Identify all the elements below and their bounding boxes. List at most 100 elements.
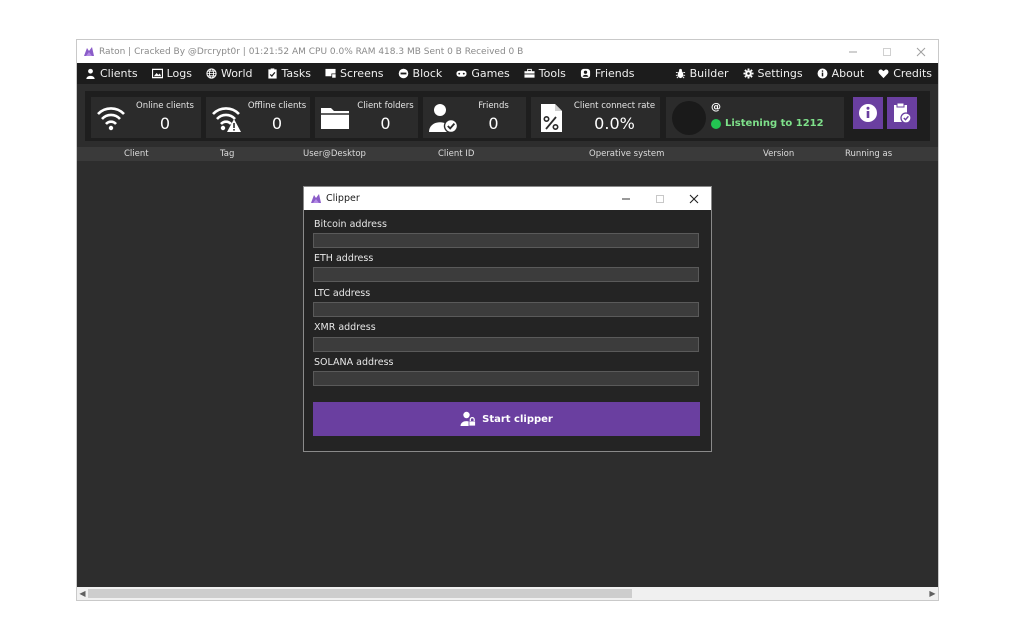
clipboard-check-icon — [894, 102, 912, 124]
bitcoin-address-input[interactable] — [313, 233, 699, 248]
image-icon — [151, 68, 163, 79]
dialog-maximize-button[interactable] — [643, 187, 677, 210]
scrollbar-thumb[interactable] — [88, 589, 632, 598]
folder-icon — [319, 102, 351, 134]
start-clipper-label: Start clipper — [482, 413, 553, 425]
xmr-address-input[interactable] — [313, 337, 699, 352]
user-icon — [86, 68, 95, 79]
clipboard-button[interactable] — [887, 97, 917, 129]
menu-clients[interactable]: Clients — [77, 63, 144, 84]
solana-address-label: SOLANA address — [314, 357, 394, 368]
clipboard-check-icon — [267, 68, 277, 79]
toolbox-icon — [524, 68, 535, 78]
listening-status: Listening to 1212 — [711, 118, 824, 129]
menu-label: Logs — [166, 67, 192, 80]
menu-label: Screens — [339, 67, 384, 80]
status-dot-icon — [711, 118, 721, 129]
xmr-address-label: XMR address — [314, 322, 376, 333]
listening-text: Listening to 1212 — [725, 118, 824, 129]
screen-icon — [325, 68, 336, 79]
gear-icon — [742, 68, 754, 79]
stat-label: Client connect rate — [573, 101, 656, 111]
column-header-running-as[interactable]: Running as — [845, 149, 892, 159]
solana-address-input[interactable] — [313, 371, 699, 386]
menu-about[interactable]: About — [809, 63, 871, 84]
minimize-button[interactable] — [836, 40, 870, 63]
scroll-left-icon[interactable]: ◀ — [77, 587, 88, 600]
stat-label: Friends — [478, 101, 509, 111]
user-check-icon — [427, 102, 459, 134]
menu-label: Tasks — [281, 67, 311, 80]
ltc-address-input[interactable] — [313, 302, 699, 317]
wifi-warning-icon — [210, 102, 242, 134]
column-header-version[interactable]: Version — [763, 149, 794, 159]
dialog-close-button[interactable] — [677, 187, 711, 210]
horizontal-scrollbar[interactable]: ◀ ▶ — [77, 587, 938, 600]
menu-label: Block — [412, 67, 443, 80]
block-icon — [398, 68, 408, 79]
stat-online-clients: Online clients 0 — [91, 97, 201, 138]
menu-block[interactable]: Block — [390, 63, 449, 84]
app-logo-icon — [83, 46, 95, 58]
eth-address-label: ETH address — [314, 253, 374, 264]
stats-bar: Online clients 0 Offline clients 0 Clien… — [85, 91, 930, 141]
stat-value: 0 — [271, 114, 283, 133]
menu-bar: Clients Logs World Tasks Screens Block G… — [77, 63, 938, 84]
start-clipper-button[interactable]: Start clipper — [313, 402, 700, 436]
stat-friends: Friends 0 — [423, 97, 526, 138]
menu-label: Settings — [757, 67, 803, 80]
stat-offline-clients: Offline clients 0 — [206, 97, 310, 138]
stat-value: 0 — [159, 114, 171, 133]
menu-logs[interactable]: Logs — [144, 63, 198, 84]
dialog-title-bar: Clipper — [304, 187, 711, 210]
column-header-client-id[interactable]: Client ID — [438, 149, 474, 159]
menu-label: Tools — [538, 67, 566, 80]
username-label: @ — [711, 102, 721, 113]
heart-icon — [878, 69, 889, 79]
menu-label: Builder — [689, 67, 729, 80]
bug-icon — [675, 68, 685, 79]
info-button[interactable] — [853, 97, 883, 129]
column-header-client[interactable]: Client — [124, 149, 149, 159]
stat-label: Online clients — [136, 101, 194, 111]
gamepad-icon — [456, 70, 467, 77]
wifi-icon — [95, 102, 127, 134]
listener-panel: @ Listening to 1212 — [666, 97, 844, 138]
stat-client-folders: Client folders 0 — [315, 97, 418, 138]
menu-label: Friends — [594, 67, 635, 80]
stat-client-connect-rate: Client connect rate 0.0% — [531, 97, 660, 138]
user-lock-icon — [460, 411, 477, 427]
stat-value: 0 — [380, 114, 391, 133]
menu-label: Games — [471, 67, 510, 80]
menu-screens[interactable]: Screens — [317, 63, 390, 84]
column-header-user-desktop[interactable]: User@Desktop — [303, 149, 366, 159]
menu-tasks[interactable]: Tasks — [259, 63, 317, 84]
stat-value: 0.0% — [594, 114, 635, 133]
menu-settings[interactable]: Settings — [735, 63, 809, 84]
menu-games[interactable]: Games — [448, 63, 515, 84]
app-logo-icon — [310, 193, 322, 205]
menu-builder[interactable]: Builder — [667, 63, 735, 84]
column-header-tag[interactable]: Tag — [220, 149, 234, 159]
info-icon — [859, 104, 877, 122]
column-header-os[interactable]: Operative system — [589, 149, 664, 159]
avatar — [672, 101, 706, 135]
close-button[interactable] — [904, 40, 938, 63]
dialog-minimize-button[interactable] — [609, 187, 643, 210]
clipper-dialog: Clipper Bitcoin address ETH address LTC … — [303, 186, 712, 452]
eth-address-input[interactable] — [313, 267, 699, 282]
friends-icon — [580, 68, 590, 79]
percent-file-icon — [535, 102, 567, 134]
ltc-address-label: LTC address — [314, 288, 371, 299]
menu-tools[interactable]: Tools — [516, 63, 572, 84]
menu-world[interactable]: World — [198, 63, 259, 84]
stat-label: Offline clients — [247, 101, 307, 111]
menu-label: Clients — [100, 67, 138, 80]
dialog-title: Clipper — [326, 193, 360, 204]
menu-friends[interactable]: Friends — [572, 63, 641, 84]
info-icon — [817, 68, 828, 79]
scroll-right-icon[interactable]: ▶ — [927, 587, 938, 600]
maximize-button[interactable] — [870, 40, 904, 63]
menu-credits[interactable]: Credits — [870, 63, 938, 84]
stat-value: 0 — [488, 114, 499, 133]
